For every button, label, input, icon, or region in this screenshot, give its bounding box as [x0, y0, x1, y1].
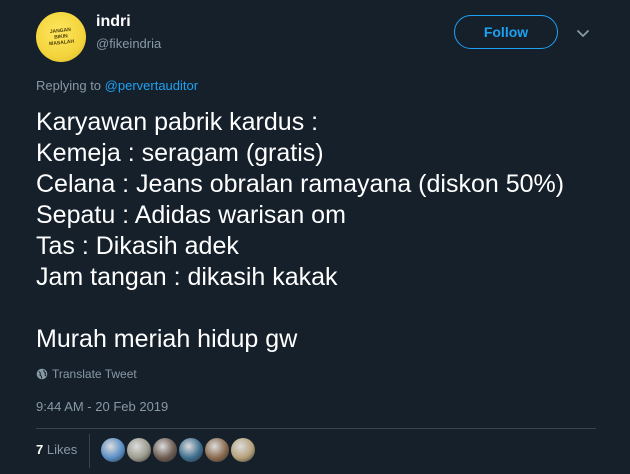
- tweet-line: Celana : Jeans obralan ramayana (diskon …: [36, 170, 565, 198]
- follow-button[interactable]: Follow: [454, 15, 558, 49]
- tweet-line: Tas : Dikasih adek: [36, 232, 239, 260]
- tweet-line: Sepatu : Adidas warisan om: [36, 201, 346, 229]
- display-name[interactable]: indri: [96, 13, 131, 31]
- likes-label: Likes: [46, 442, 78, 457]
- liker-avatar[interactable]: [101, 438, 125, 462]
- likes-count[interactable]: 7 Likes: [36, 442, 77, 457]
- chevron-down-icon[interactable]: [574, 24, 592, 42]
- divider: [36, 428, 596, 429]
- vertical-divider: [89, 434, 90, 468]
- translate-tweet-link[interactable]: Translate Tweet: [36, 367, 137, 381]
- tweet-line: Karyawan pabrik kardus :: [36, 108, 319, 136]
- liker-avatar[interactable]: [231, 438, 255, 462]
- tweet-line: [36, 293, 564, 324]
- likes-number: 7: [36, 442, 44, 457]
- liker-avatars: [101, 438, 255, 462]
- liker-avatar[interactable]: [179, 438, 203, 462]
- globe-icon: [36, 368, 48, 380]
- tweet-text: Karyawan pabrik kardus : Kemeja : seraga…: [36, 107, 564, 355]
- avatar-text: JANGAN BIKIN MASALAH: [48, 26, 75, 48]
- replying-to-prefix: Replying to: [36, 78, 105, 93]
- liker-avatar[interactable]: [205, 438, 229, 462]
- user-handle[interactable]: @fikeindria: [96, 36, 161, 51]
- tweet-line: Jam tangan : dikasih kakak: [36, 263, 338, 291]
- replying-to-link[interactable]: @pervertauditor: [105, 78, 198, 93]
- liker-avatar[interactable]: [153, 438, 177, 462]
- translate-label: Translate Tweet: [52, 367, 137, 381]
- tweet-line: Murah meriah hidup gw: [36, 325, 298, 353]
- tweet-timestamp[interactable]: 9:44 AM - 20 Feb 2019: [36, 399, 168, 414]
- replying-to: Replying to @pervertauditor: [36, 78, 198, 93]
- tweet: JANGAN BIKIN MASALAH indri @fikeindria F…: [0, 0, 630, 474]
- tweet-line: Kemeja : seragam (gratis): [36, 139, 324, 167]
- avatar[interactable]: JANGAN BIKIN MASALAH: [36, 12, 86, 62]
- liker-avatar[interactable]: [127, 438, 151, 462]
